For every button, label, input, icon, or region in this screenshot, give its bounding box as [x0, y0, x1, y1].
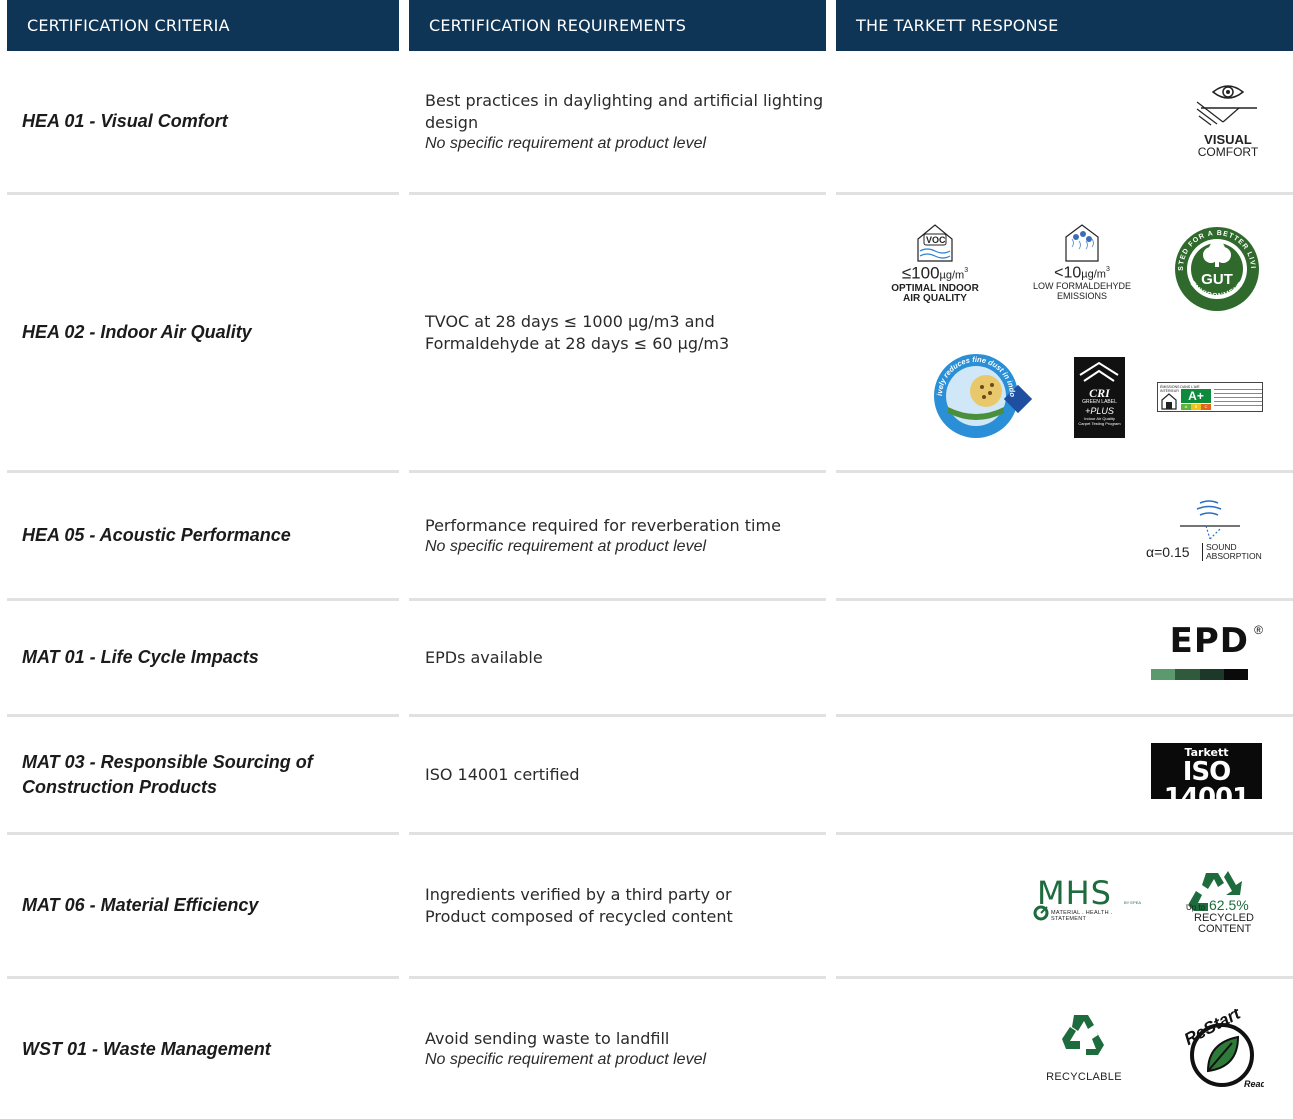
table-row: WST 01 - Waste Management Avoid sending … — [0, 979, 1293, 1119]
table-row: HEA 02 - Indoor Air Quality TVOC at 28 d… — [0, 195, 1293, 470]
header-certification-requirements: CERTIFICATION REQUIREMENTS — [409, 0, 826, 51]
requirement-text: Best practices in daylighting and artifi… — [425, 90, 826, 154]
cri-line2: +PLUS — [1085, 406, 1114, 416]
cri-line4: Carpet Testing Program — [1078, 421, 1121, 426]
table-row: MAT 03 - Responsible Sourcing of Constru… — [0, 717, 1293, 832]
criteria-label: HEA 01 - Visual Comfort — [22, 111, 228, 131]
epd-label: EPD — [1169, 621, 1249, 661]
cri-green-label-logo: CRI GREEN LABEL +PLUS Indoor Air Quality… — [1074, 357, 1125, 438]
epd-logo: EPD ® — [1151, 623, 1263, 683]
epd-color-bar — [1151, 669, 1248, 680]
epd-registered: ® — [1254, 623, 1263, 637]
sound-absorption-logo: α=0.15 SOUND ABSORPTION — [1144, 499, 1274, 569]
recyclable-label: RECYCLABLE — [1046, 1071, 1122, 1083]
header-certification-criteria: CERTIFICATION CRITERIA — [7, 0, 399, 51]
house-icon — [1065, 224, 1099, 262]
requirement-note: No specific requirement at product level — [425, 537, 707, 555]
criteria-label: WST 01 - Waste Management — [22, 1038, 271, 1059]
house-icon — [1079, 361, 1119, 382]
criteria-label: MAT 06 - Material Efficiency — [22, 895, 259, 915]
requirement-text: Performance required for reverberation t… — [425, 515, 781, 555]
recyclable-logo: RECYCLABLE — [1034, 1009, 1134, 1089]
header-tarkett-response: THE TARKETT RESPONSE — [836, 0, 1293, 51]
recycle-icon — [1062, 1015, 1104, 1055]
requirement-text: ISO 14001 certified — [425, 764, 580, 784]
leaf-icon — [1206, 1035, 1240, 1073]
requirement-text: Ingredients verified by a third party or… — [425, 884, 733, 926]
sound-value: α=0.15 — [1146, 544, 1190, 560]
voc-value: ≤100µg/m3 — [901, 263, 969, 283]
iso-label: ISO 14001 — [1163, 757, 1250, 813]
voc-logo: VOC ≤100µg/m3 OPTIMAL INDOOR AIR QUALITY — [870, 221, 1000, 311]
restart-logo: ReStart Ready — [1172, 1003, 1272, 1089]
mhs-logo: MHS BY EPEA MATERIAL . HEALTH . STATEMEN… — [1033, 877, 1148, 922]
gut-label: GUT — [1201, 271, 1233, 288]
requirement-text: EPDs available — [425, 647, 543, 667]
formaldehyde-line1: LOW FORMALDEHYDE — [1032, 281, 1131, 292]
visual-comfort-sublabel: COMFORT — [1197, 145, 1259, 159]
table-row: MAT 06 - Material Efficiency Ingredients… — [0, 835, 1293, 976]
cri-line1: GREEN LABEL — [1082, 399, 1117, 405]
formaldehyde-value: <10µg/m3 — [1054, 264, 1110, 282]
voc-badge: VOC — [926, 235, 946, 245]
formaldehyde-line2: EMISSIONS — [1056, 291, 1107, 302]
sound-wave-icon — [1180, 500, 1240, 540]
visual-comfort-logo: VISUAL COMFORT — [1193, 78, 1263, 162]
requirement-text: TVOC at 28 days ≤ 1000 µg/m3 and Formald… — [425, 311, 730, 353]
criteria-label: HEA 02 - Indoor Air Quality — [22, 322, 252, 342]
recycled-content-logo: Up to 62.5% RECYCLED CONTENT — [1180, 865, 1262, 945]
criteria-label: MAT 03 - Responsible Sourcing of Constru… — [22, 751, 313, 797]
formaldehyde-logo: <10µg/m3 LOW FORMALDEHYDE EMISSIONS — [1022, 219, 1142, 309]
eye-icon — [1196, 85, 1257, 126]
recycled-line2: CONTENT — [1198, 923, 1252, 935]
mhs-sub: MATERIAL . HEALTH . STATEMENT — [1051, 910, 1113, 922]
restart-sub: Ready — [1244, 1079, 1264, 1089]
table-row: MAT 01 - Life Cycle Impacts EPDs availab… — [0, 601, 1293, 714]
criteria-label: MAT 01 - Life Cycle Impacts — [22, 647, 259, 667]
leaf-icon — [1033, 905, 1049, 921]
criteria-label: HEA 05 - Acoustic Performance — [22, 525, 291, 545]
voc-line2: AIR QUALITY — [903, 292, 967, 304]
table-row: HEA 01 - Visual Comfort Best practices i… — [0, 51, 1293, 192]
fine-dust-logo: effectively reduces fine dust in indoor … — [932, 344, 1034, 441]
gut-logo: GUT TESTED FOR A BETTER LIVING ENVIRONME… — [1170, 220, 1261, 313]
requirement-note: No specific requirement at product level — [425, 134, 707, 152]
cri-brand: CRI — [1089, 386, 1110, 400]
table-row: HEA 05 - Acoustic Performance Performanc… — [0, 473, 1293, 598]
emissions-grade: A+ — [1181, 389, 1211, 403]
house-icon — [1161, 393, 1177, 410]
mhs-by: BY EPEA — [1124, 900, 1142, 905]
iso-sub: ENVIRONMENTAL MANAGEMENT SYSTEM — [1156, 812, 1257, 817]
sound-line2: ABSORPTION — [1206, 551, 1262, 561]
emissions-label-logo: ÉMISSIONS DANS L'AIR INTÉRIEUR A+ A B C — [1157, 382, 1263, 412]
requirement-text: Avoid sending waste to landfill No specif… — [425, 1029, 707, 1068]
requirement-note: No specific requirement at product level — [425, 1051, 707, 1068]
iso-14001-logo: Tarkett ISO 14001 ENVIRONMENTAL MANAGEME… — [1151, 743, 1262, 817]
